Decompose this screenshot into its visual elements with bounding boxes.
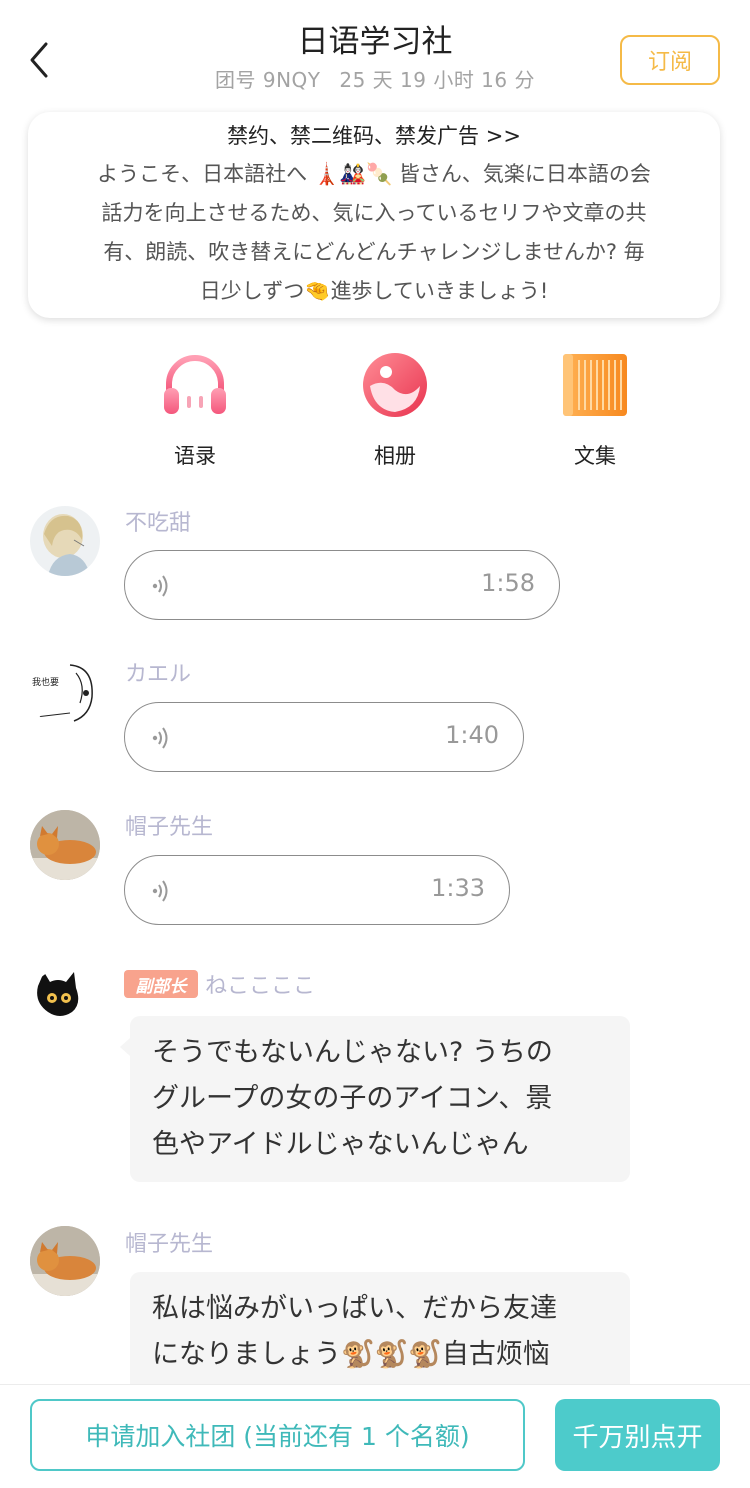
announcement-line: 話力を向上させるため、気に入っているセリフや文章の共 bbox=[101, 201, 647, 225]
sender-name: 不吃甜 bbox=[125, 511, 192, 536]
join-club-button[interactable]: 申请加入社团 (当前还有 1 个名额) bbox=[30, 1399, 525, 1471]
feature-label: 相册 bbox=[374, 444, 416, 468]
avatar-illustration bbox=[43, 514, 90, 576]
voice-duration: 1:33 bbox=[431, 874, 485, 902]
vice-president-badge: 副部长 bbox=[124, 970, 198, 998]
subscribe-button[interactable]: 订阅 bbox=[620, 35, 720, 85]
avatar-illustration: 我也要 bbox=[32, 664, 93, 722]
feature-label: 文集 bbox=[574, 444, 616, 468]
avatar[interactable] bbox=[30, 506, 100, 576]
voice-message[interactable]: 1:33 bbox=[124, 855, 510, 925]
message-line: 私は悩みがいっぱい、だから友達 bbox=[152, 1293, 557, 1324]
group-duration: 25 天 19 小时 16 分 bbox=[339, 68, 535, 92]
voice-wave-icon bbox=[152, 575, 168, 597]
avatar-text: 我也要 bbox=[32, 676, 59, 688]
text-message-bubble[interactable]: そうでもないんじゃない? うちの グループの女の子のアイコン、景 色やアイドルじ… bbox=[120, 1016, 630, 1182]
announcement-line: 日少しずつ🤏進歩していきましょう! bbox=[199, 279, 549, 303]
announcement-title[interactable]: 禁约、禁二维码、禁发广告 >> bbox=[54, 120, 694, 152]
message-line: そうでもないんじゃない? うちの bbox=[152, 1037, 553, 1068]
voice-message[interactable]: 1:40 bbox=[124, 702, 524, 772]
message-line: 色やアイドルじゃないんじゃん bbox=[152, 1129, 529, 1160]
headphones-icon bbox=[164, 355, 226, 414]
message-line: グループの女の子のアイコン、景 bbox=[152, 1083, 553, 1114]
feature-label: 语录 bbox=[174, 444, 216, 468]
cat-photo bbox=[30, 810, 100, 880]
header: 日语学习社 团号 9NQY 25 天 19 小时 16 分 订阅 bbox=[0, 0, 750, 104]
voice-duration: 1:58 bbox=[481, 569, 535, 597]
text-message-bubble[interactable]: 私は悩みがいっぱい、だから友達 になりましょう🐒🐒🐒自古烦恼 bbox=[130, 1272, 630, 1384]
announcement-line: 有、朗読、吹き替えにどんどんチャレンジしませんか? 毎 bbox=[103, 240, 645, 264]
feature-quotes[interactable]: 语录 bbox=[140, 350, 250, 470]
bottom-action-bar: 申请加入社团 (当前还有 1 个名额) 千万别点开 bbox=[0, 1384, 750, 1488]
group-id: 团号 9NQY bbox=[214, 68, 321, 92]
dont-click-button[interactable]: 千万别点开 bbox=[555, 1399, 720, 1471]
voice-wave-icon bbox=[152, 880, 168, 902]
sender-name: カエル bbox=[125, 662, 192, 687]
avatar[interactable]: 我也要 bbox=[30, 657, 100, 727]
announcement-card[interactable]: 禁约、禁二维码、禁发广告 >> ようこそ、日本語社へ 🗼🎎🍡 皆さん、気楽に日本… bbox=[28, 112, 720, 318]
voice-message[interactable]: 1:58 bbox=[124, 550, 560, 620]
voice-wave-icon bbox=[152, 727, 168, 749]
voice-duration: 1:40 bbox=[445, 721, 499, 749]
announcement-body: ようこそ、日本語社へ 🗼🎎🍡 皆さん、気楽に日本語の会 話力を向上させるため、気… bbox=[54, 155, 694, 311]
message-line: になりましょう🐒🐒🐒自古烦恼 bbox=[152, 1339, 550, 1370]
avatar[interactable] bbox=[30, 968, 100, 1038]
feature-album[interactable]: 相册 bbox=[340, 350, 450, 470]
sender-name: ねここここ bbox=[205, 974, 316, 999]
album-icon bbox=[363, 353, 427, 417]
feature-collection[interactable]: 文集 bbox=[540, 350, 650, 470]
sender-name: 帽子先生 bbox=[125, 815, 214, 840]
cat-photo bbox=[30, 1226, 100, 1296]
avatar[interactable] bbox=[30, 1226, 100, 1296]
black-cat-illustration bbox=[37, 972, 79, 1016]
announcement-line: ようこそ、日本語社へ 🗼🎎🍡 皆さん、気楽に日本語の会 bbox=[97, 162, 651, 186]
avatar[interactable] bbox=[30, 810, 100, 880]
book-collection-icon bbox=[563, 354, 627, 416]
sender-name: 帽子先生 bbox=[125, 1232, 214, 1257]
